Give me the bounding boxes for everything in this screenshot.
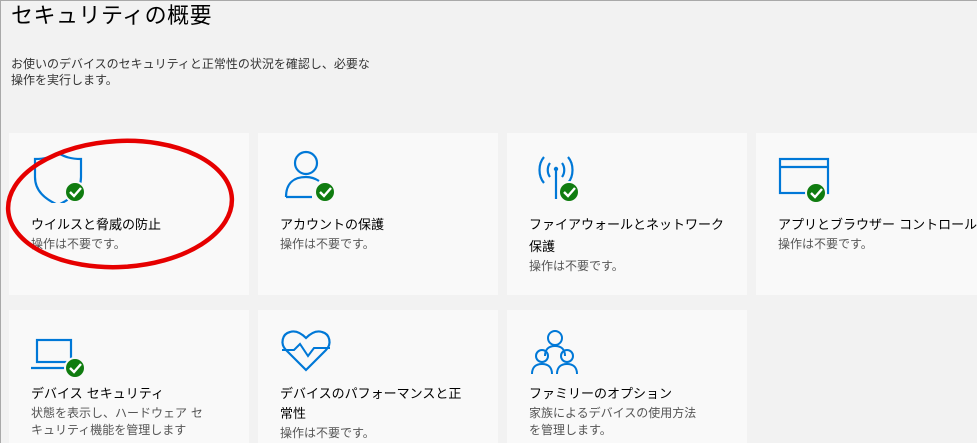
tile-app-browser-control[interactable]: アプリとブラウザー コントロール 操作は不要です。 <box>756 133 977 295</box>
tile-title: アカウントの保護 <box>280 218 385 233</box>
browser-window-icon <box>778 149 838 204</box>
tile-title: ウイルスと脅威の防止 <box>31 218 162 233</box>
tile-title-line-2: 常性 <box>280 407 307 422</box>
tile-status-line-2: キュリティ機能を管理します <box>31 423 187 437</box>
tile-status: 操作は不要です。 <box>280 426 375 440</box>
security-overview-page: セキュリティの概要 お使いのデバイスのセキュリティと正常性の状況を確認し、必要な… <box>0 0 977 443</box>
tile-firewall-network-protection[interactable]: ファイアウォールとネットワーク 保護 操作は不要です。 <box>507 133 747 295</box>
heart-pulse-icon <box>280 326 340 380</box>
page-description: お使いのデバイスのセキュリティと正常性の状況を確認し、必要な 操作を実行します。 <box>11 56 441 88</box>
shield-icon <box>31 149 91 207</box>
tile-title: ファミリーのオプション <box>529 387 673 402</box>
tile-title: アプリとブラウザー コントロール <box>778 218 977 233</box>
page-description-line-2: 操作を実行します。 <box>11 73 118 87</box>
tile-title-line-1: ファイアウォールとネットワーク <box>529 218 725 233</box>
tile-status-line-1: 家族によるデバイスの使用方法 <box>529 406 697 420</box>
tile-title-line-2: 保護 <box>529 240 556 255</box>
tile-title-line-1: デバイスのパフォーマンスと正 <box>280 387 462 402</box>
tile-status: 操作は不要です。 <box>31 237 126 251</box>
wifi-antenna-icon <box>529 149 589 203</box>
page-title: セキュリティの概要 <box>11 4 213 29</box>
tile-status: 操作は不要です。 <box>280 237 375 251</box>
tile-status-line-1: 状態を表示し、ハードウェア セ <box>31 406 203 420</box>
family-icon <box>529 326 589 380</box>
laptop-icon <box>31 326 91 380</box>
tile-device-security[interactable]: デバイス セキュリティ 状態を表示し、ハードウェア セ キュリティ機能を管理しま… <box>9 310 249 443</box>
window-border-top <box>0 0 977 1</box>
page-description-line-1: お使いのデバイスのセキュリティと正常性の状況を確認し、必要な <box>11 57 370 71</box>
tile-status: 操作は不要です。 <box>529 259 624 273</box>
tile-device-performance-health[interactable]: デバイスのパフォーマンスと正 常性 操作は不要です。 <box>258 310 498 443</box>
tile-virus-threat-protection[interactable]: ウイルスと脅威の防止 操作は不要です。 <box>9 133 249 295</box>
window-border-left <box>0 0 1 443</box>
person-icon <box>280 149 340 203</box>
tile-account-protection[interactable]: アカウントの保護 操作は不要です。 <box>258 133 498 295</box>
tile-title: デバイス セキュリティ <box>31 387 164 402</box>
tile-family-options[interactable]: ファミリーのオプション 家族によるデバイスの使用方法 を管理します。 <box>507 310 747 443</box>
tile-status: 操作は不要です。 <box>778 237 873 251</box>
tile-status-line-2: を管理します。 <box>529 423 612 437</box>
